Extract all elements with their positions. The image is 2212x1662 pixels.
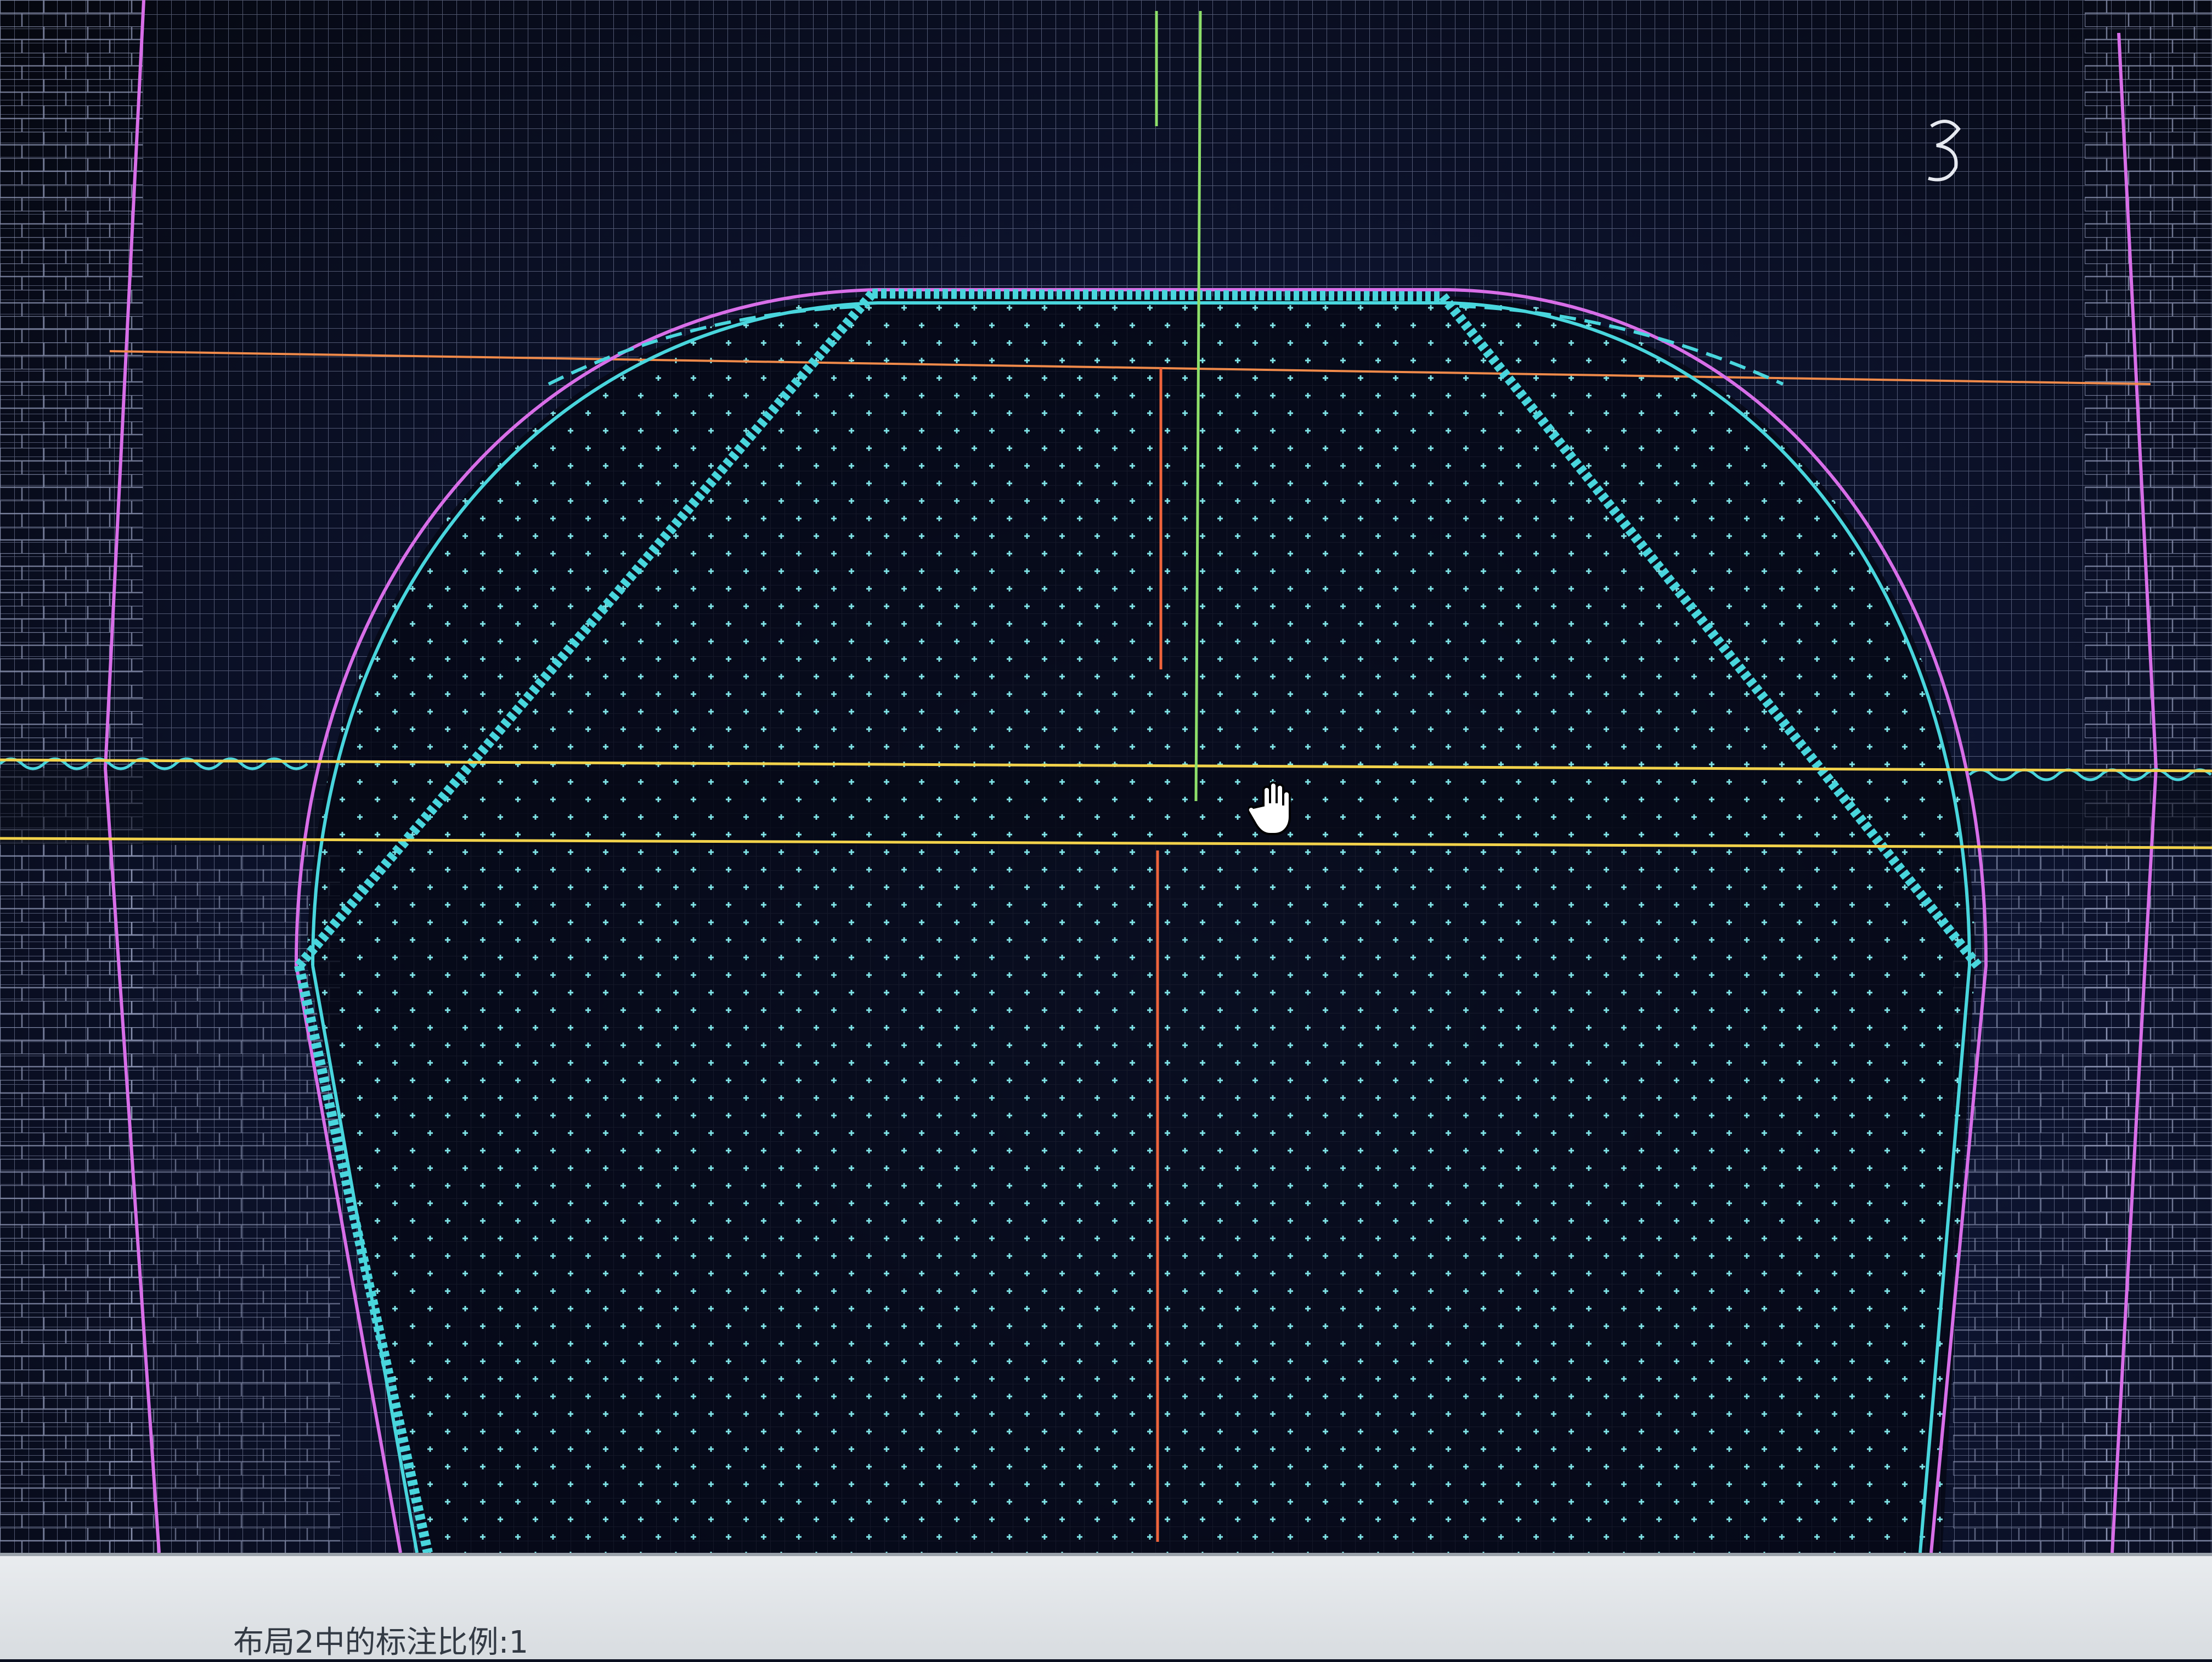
annotation-scale-status-text: 布局2中的标注比例:1 — [233, 1625, 529, 1660]
pan-hand-icon — [1248, 781, 1291, 835]
left-lower-brick-hatch — [110, 845, 340, 1553]
status-bar: 布局2中的标注比例:1 — [0, 1553, 2212, 1660]
cad-drawing-canvas[interactable] — [0, 0, 2212, 1553]
cad-drawing-viewport[interactable] — [0, 0, 2212, 1553]
right-lower-brick-hatch — [1953, 845, 2129, 1553]
